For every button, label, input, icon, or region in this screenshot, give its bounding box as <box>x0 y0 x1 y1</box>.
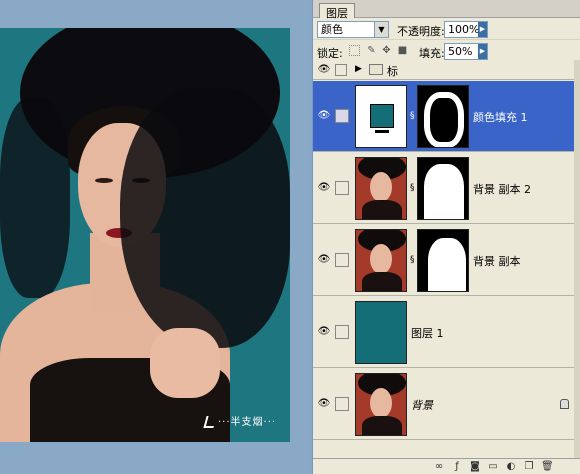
blend-row: 颜色 ▼ 不透明度: 100% ▶ <box>313 18 580 40</box>
new-group-icon[interactable]: ▭ <box>487 461 499 473</box>
layers-scrollbar[interactable] <box>574 60 580 458</box>
layer-name: 标 <box>387 64 398 78</box>
lock-label: 锁定: <box>317 47 343 60</box>
layer-name: 背景 <box>411 399 433 412</box>
eye-icon[interactable]: 👁 <box>317 398 331 410</box>
mask-thumbnail <box>417 229 469 292</box>
layer-row-fill[interactable]: 👁 § 颜色填充 1 <box>313 81 575 152</box>
link-toggle[interactable] <box>335 253 349 267</box>
expand-triangle-icon[interactable]: ▶ <box>355 64 362 74</box>
photo-image: ···半支烟··· <box>0 28 290 442</box>
lock-icon <box>560 399 569 409</box>
link-toggle[interactable] <box>335 63 347 76</box>
lock-brush-icon[interactable]: ✎ <box>366 45 377 56</box>
fill-label: 填充: <box>419 47 445 60</box>
veil-left <box>0 98 70 298</box>
document-canvas[interactable]: ···半支烟··· <box>0 0 310 474</box>
new-layer-icon[interactable]: ❐ <box>523 461 535 473</box>
thumb-body <box>362 272 402 291</box>
trash-icon[interactable]: 🗑 <box>541 461 554 473</box>
folder-icon <box>369 64 383 75</box>
panel-tab-bar: 图层 <box>313 0 580 20</box>
blend-mode-select[interactable]: 颜色 ▼ <box>317 21 389 38</box>
adjustment-layer-icon[interactable]: ◐ <box>505 461 517 473</box>
mask-thumbnail <box>417 85 469 148</box>
thumb-face <box>370 172 392 202</box>
eye-icon[interactable]: 👁 <box>317 182 331 194</box>
layer-row-copy[interactable]: 👁 § 背景 副本 <box>313 225 575 296</box>
layer-name: 背景 副本 2 <box>473 183 531 196</box>
panel-bottom-bar: ∞ ƒ ◙ ▭ ◐ ❐ 🗑 <box>313 458 580 474</box>
layers-panel: 图层 颜色 ▼ 不透明度: 100% ▶ 锁定: ✎ ✥ ■ 填充: 50% ▶… <box>312 0 580 474</box>
lock-row: 锁定: ✎ ✥ ■ 填充: 50% ▶ <box>313 40 580 62</box>
veil-right <box>120 88 290 348</box>
eye-icon[interactable]: 👁 <box>317 254 331 266</box>
layer-name: 背景 副本 <box>473 255 521 268</box>
hand-shape <box>150 328 220 398</box>
photo-thumbnail <box>355 229 407 292</box>
color-fill-icon <box>370 104 394 133</box>
arrow-right-icon[interactable]: ▶ <box>478 44 487 59</box>
thumb-face <box>370 244 392 274</box>
mask-edge <box>424 92 464 147</box>
add-mask-icon[interactable]: ◙ <box>469 461 481 473</box>
eye-icon[interactable]: 👁 <box>317 110 331 122</box>
chain-link-icon[interactable]: § <box>410 111 415 121</box>
mask-thumbnail <box>417 157 469 220</box>
layer-name: 颜色填充 1 <box>473 111 528 124</box>
signature-text: ···半支烟··· <box>218 417 277 428</box>
mask-white <box>424 164 464 219</box>
blend-mode-value: 颜色 <box>321 23 343 36</box>
layer-row-group[interactable]: 👁 ▶ 标 <box>313 60 575 80</box>
layers-list: 👁 ▶ 标 👁 § 颜色填充 1 👁 § 背景 副本 2 👁 § 背景 副本 👁… <box>313 60 580 458</box>
link-layers-icon[interactable]: ∞ <box>433 461 445 473</box>
signature-mark-icon <box>203 416 217 428</box>
layer-row-copy-2[interactable]: 👁 § 背景 副本 2 <box>313 153 575 224</box>
link-toggle[interactable] <box>335 397 349 411</box>
eye-left <box>95 178 113 183</box>
layer-row-background[interactable]: 👁 背景 <box>313 369 575 440</box>
opacity-field[interactable]: 100% ▶ <box>444 21 488 38</box>
eye-icon[interactable]: 👁 <box>317 326 331 338</box>
link-toggle[interactable] <box>335 325 349 339</box>
chain-link-icon[interactable]: § <box>410 255 415 265</box>
chain-link-icon[interactable]: § <box>410 183 415 193</box>
lock-all-icon[interactable]: ■ <box>397 45 408 56</box>
fill-field[interactable]: 50% ▶ <box>444 43 488 60</box>
mask-white <box>428 238 466 291</box>
thumb-face <box>370 388 392 418</box>
tab-layers[interactable]: 图层 <box>319 3 355 20</box>
layer-row-layer1[interactable]: 👁 图层 1 <box>313 297 575 368</box>
photo-thumbnail <box>355 373 407 436</box>
opacity-label: 不透明度: <box>397 25 445 38</box>
eye-icon[interactable]: 👁 <box>317 64 331 76</box>
solid-thumbnail <box>355 301 407 364</box>
chevron-down-icon: ▼ <box>374 22 388 37</box>
link-toggle[interactable] <box>335 181 349 195</box>
opacity-value: 100% <box>448 23 480 36</box>
fill-layer-thumbnail <box>355 85 407 148</box>
photo-thumbnail <box>355 157 407 220</box>
layer-style-icon[interactable]: ƒ <box>451 461 463 473</box>
thumb-body <box>362 416 402 435</box>
lock-move-icon[interactable]: ✥ <box>381 45 392 56</box>
layer-name: 图层 1 <box>411 327 444 340</box>
arrow-right-icon[interactable]: ▶ <box>478 22 487 37</box>
thumb-body <box>362 200 402 219</box>
fill-value: 50% <box>448 45 473 58</box>
link-toggle[interactable] <box>335 109 349 123</box>
lock-transparency-icon[interactable] <box>349 45 360 56</box>
watermark-signature: ···半支烟··· <box>203 413 277 428</box>
